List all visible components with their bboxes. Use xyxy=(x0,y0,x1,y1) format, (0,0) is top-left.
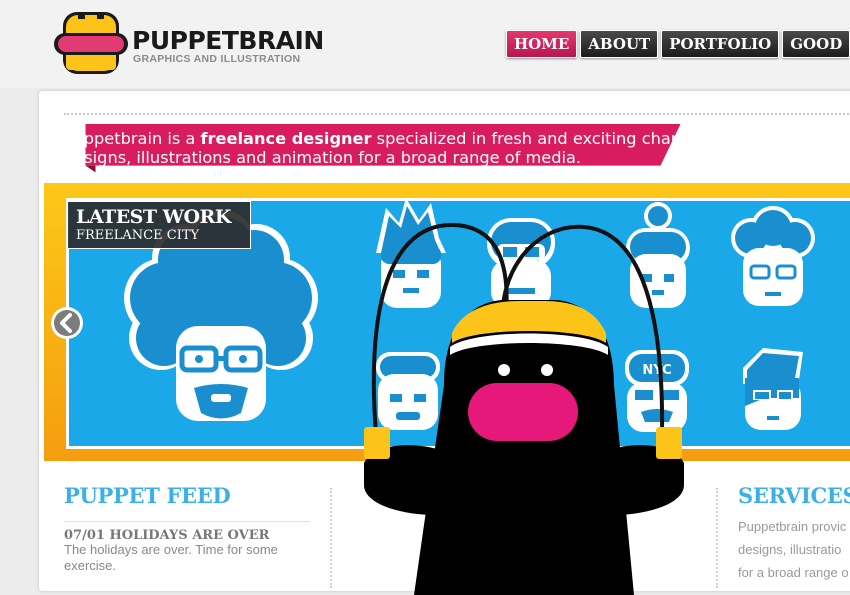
puppet-logo-icon xyxy=(54,12,128,74)
brand-tagline: GRAPHICS AND ILLUSTRATION xyxy=(133,53,301,65)
column-divider-left xyxy=(330,488,332,588)
latest-work-badge[interactable]: LATEST WORK FREELANCE CITY xyxy=(67,201,251,249)
dotted-divider xyxy=(64,113,850,115)
services-line: for a broad range o xyxy=(738,565,849,580)
site-header: PUPPETBRAIN GRAPHICS AND ILLUSTRATION HO… xyxy=(0,0,850,88)
nav-home[interactable]: HOME xyxy=(506,30,578,58)
feed-divider xyxy=(64,521,310,522)
puppet-feed-heading[interactable]: PUPPET FEED xyxy=(64,483,231,508)
services-line: designs, illustratio xyxy=(738,542,842,557)
intro-highlight: freelance designer xyxy=(200,129,372,148)
site-logo[interactable]: PUPPETBRAIN GRAPHICS AND ILLUSTRATION xyxy=(52,10,332,76)
latest-work-title: LATEST WORK xyxy=(76,206,231,228)
nav-about[interactable]: ABOUT xyxy=(580,30,659,58)
brand-name: PUPPETBRAIN xyxy=(132,26,324,55)
column-divider-right xyxy=(716,488,718,588)
jump-rope-mascot xyxy=(364,222,684,595)
slider-prev-button[interactable] xyxy=(50,306,84,340)
nav-goodies[interactable]: GOOD xyxy=(782,30,850,58)
main-nav: HOME ABOUT PORTFOLIO GOOD xyxy=(506,30,850,58)
services-heading[interactable]: SERVICES xyxy=(738,483,850,508)
services-text: Puppetbrain provic designs, illustratio … xyxy=(738,515,850,584)
nav-portfolio[interactable]: PORTFOLIO xyxy=(661,30,780,58)
services-line: Puppetbrain provic xyxy=(738,519,847,534)
intro-text: Puppetbrain is a freelance designer spec… xyxy=(64,129,720,167)
latest-work-subtitle: FREELANCE CITY xyxy=(76,228,200,243)
feed-post-title[interactable]: 07/01 HOLIDAYS ARE OVER xyxy=(64,528,269,543)
feed-post-body: The holidays are over. Time for some exe… xyxy=(64,542,278,573)
